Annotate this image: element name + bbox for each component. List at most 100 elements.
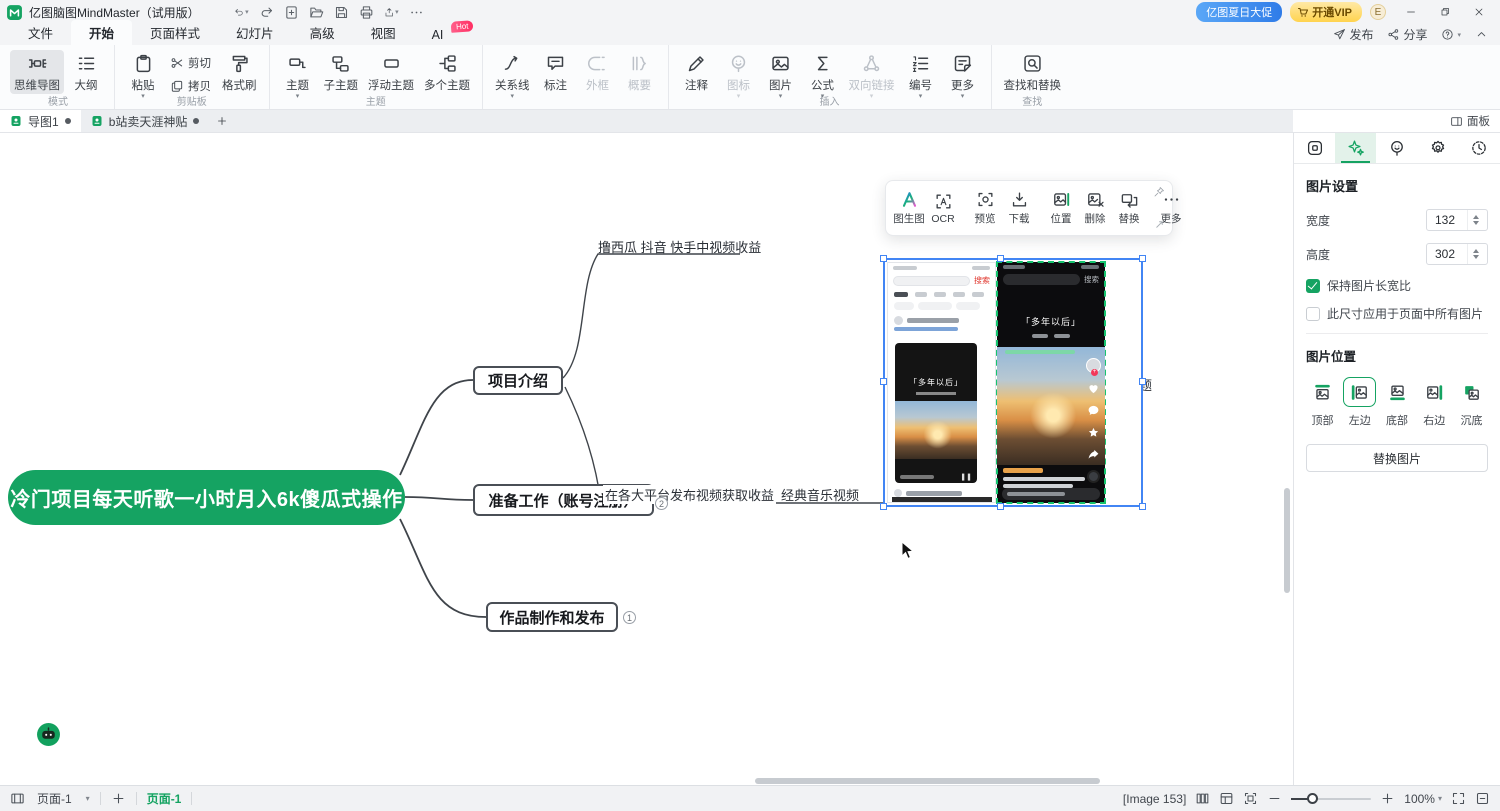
add-page-button[interactable] [111,791,126,806]
image-position-button[interactable]: 位置 [1044,186,1078,230]
sidebar-tab-ai-magic[interactable] [1335,133,1376,163]
tab-page-style[interactable]: 页面样式 [132,20,218,45]
columns-view-icon[interactable] [1195,791,1210,806]
redo-icon[interactable] [259,5,274,20]
undo-icon[interactable] [234,5,249,20]
width-value-field[interactable] [1427,213,1467,227]
maximize-button[interactable] [1428,0,1462,24]
fit-view-icon[interactable] [1243,791,1258,806]
page-tab[interactable]: 页面-1 [147,790,182,807]
toolbar-resize-icon[interactable] [1154,219,1165,230]
image-replace-button[interactable]: 替换 [1112,186,1146,230]
export-icon[interactable] [384,5,399,20]
find-replace-button[interactable]: 查找和替换 [1000,50,1066,94]
resize-handle[interactable] [880,378,887,385]
ocr-button[interactable]: OCR [926,188,960,229]
note-button[interactable]: 注释 [677,50,717,94]
zoom-out-button[interactable] [1267,791,1282,806]
ai-assistant-button[interactable] [36,722,61,747]
tab-home[interactable]: 开始 [71,20,132,45]
doc-tab-2[interactable]: b站卖天涯神贴 [81,110,210,132]
image-delete-button[interactable]: 删除 [1078,186,1112,230]
floating-topic-button[interactable]: 浮动主题 [364,50,418,94]
resize-handle[interactable] [1139,503,1146,510]
callout-button[interactable]: 标注 [536,50,576,94]
zoom-value[interactable]: 100% [1404,792,1442,806]
mindmap-mode-button[interactable]: 思维导图 [10,50,64,94]
mindmap-canvas[interactable]: 冷门项目每天听歌一小时月入6k傻瓜式操作 项目介绍 准备工作（账号注册） 作品制… [0,133,1293,785]
download-button[interactable]: 下载 [1002,186,1036,230]
new-file-icon[interactable] [284,5,299,20]
root-topic-node[interactable]: 冷门项目每天听歌一小时月入6k傻瓜式操作 [8,470,405,525]
sidebar-tab-clipart[interactable] [1418,133,1459,163]
subtopic-s2[interactable]: 在各大平台发布视频获取收益 [603,485,776,504]
relationship-button[interactable]: 关系线 [491,50,534,100]
help-button[interactable] [1441,28,1461,41]
tab-file[interactable]: 文件 [10,20,71,45]
panel-toggle-button[interactable]: 面板 [1450,113,1490,129]
open-folder-icon[interactable] [309,5,324,20]
resize-handle[interactable] [880,255,887,262]
cut-button[interactable]: 剪切 [167,54,214,72]
resize-handle[interactable] [1139,378,1146,385]
new-doc-tab-button[interactable] [209,110,235,132]
height-stepper[interactable] [1467,244,1483,264]
horizontal-scrollbar[interactable] [755,778,1100,784]
replace-image-button[interactable]: 替换图片 [1306,444,1488,472]
sidebar-tab-style[interactable] [1294,133,1335,163]
apply-to-all-checkbox[interactable]: 此尺寸应用于页面中所有图片 [1306,305,1488,322]
collapse-ribbon-button[interactable] [1475,28,1488,41]
doc-tab-1[interactable]: 导图1 [0,110,81,132]
fullscreen-icon[interactable] [1451,791,1466,806]
zoom-slider[interactable] [1291,798,1371,800]
vertical-scrollbar[interactable] [1284,488,1290,593]
subtopic-s1[interactable]: 撸西瓜 抖音 快手中视频收益 [598,237,761,256]
page-view-icon[interactable] [10,791,25,806]
pin-toolbar-icon[interactable] [1153,186,1165,198]
tab-advanced[interactable]: 高级 [292,20,353,45]
position-top-option[interactable]: 顶部 [1306,377,1339,428]
vip-button[interactable]: 开通VIP [1290,2,1362,22]
share-button[interactable]: 分享 [1387,26,1427,43]
print-icon[interactable] [359,5,374,20]
position-left-option[interactable]: 左边 [1343,377,1376,428]
topic-node-publish[interactable]: 作品制作和发布 [486,602,618,632]
outline-mode-button[interactable]: 大纲 [66,50,106,94]
close-button[interactable] [1462,0,1496,24]
position-sink-option[interactable]: 沉底 [1455,377,1488,428]
height-input[interactable] [1426,243,1488,265]
page-selector[interactable]: 页面-1 [37,790,90,807]
zoom-in-button[interactable] [1380,791,1395,806]
width-input[interactable] [1426,209,1488,231]
resize-handle[interactable] [1139,255,1146,262]
preview-button[interactable]: 预览 [968,186,1002,230]
tab-ai[interactable]: AIHot [414,25,462,45]
zoom-slider-thumb[interactable] [1307,793,1318,804]
height-value-field[interactable] [1427,247,1467,261]
subtopic-s3[interactable]: 经典音乐视频 [781,485,859,504]
user-avatar[interactable]: E [1370,4,1386,20]
format-painter-button[interactable]: 格式刷 [218,50,261,94]
keep-aspect-ratio-checkbox[interactable]: 保持图片长宽比 [1306,277,1488,294]
collapse-statusbar-icon[interactable] [1475,791,1490,806]
minimize-button[interactable] [1394,0,1428,24]
save-icon[interactable] [334,5,349,20]
resize-handle[interactable] [880,503,887,510]
position-bottom-option[interactable]: 底部 [1381,377,1414,428]
subtopic-button[interactable]: 子主题 [320,50,363,94]
sidebar-tab-history[interactable] [1459,133,1500,163]
promo-badge[interactable]: 亿图夏日大促 [1196,2,1282,22]
topic-node-intro[interactable]: 项目介绍 [473,366,563,395]
resize-handle[interactable] [997,255,1004,262]
tab-slides[interactable]: 幻灯片 [218,20,292,45]
position-right-option[interactable]: 右边 [1418,377,1451,428]
width-stepper[interactable] [1467,210,1483,230]
img2img-button[interactable]: 图生图 [892,186,926,230]
selected-image-node[interactable]: 搜索 [883,258,1143,507]
multiple-topics-button[interactable]: 多个主题 [420,50,474,94]
storyboard-view-icon[interactable] [1219,791,1234,806]
resize-handle[interactable] [997,503,1004,510]
publish-button[interactable]: 发布 [1333,26,1373,43]
more-commands-icon[interactable] [409,5,424,20]
tab-view[interactable]: 视图 [353,20,414,45]
